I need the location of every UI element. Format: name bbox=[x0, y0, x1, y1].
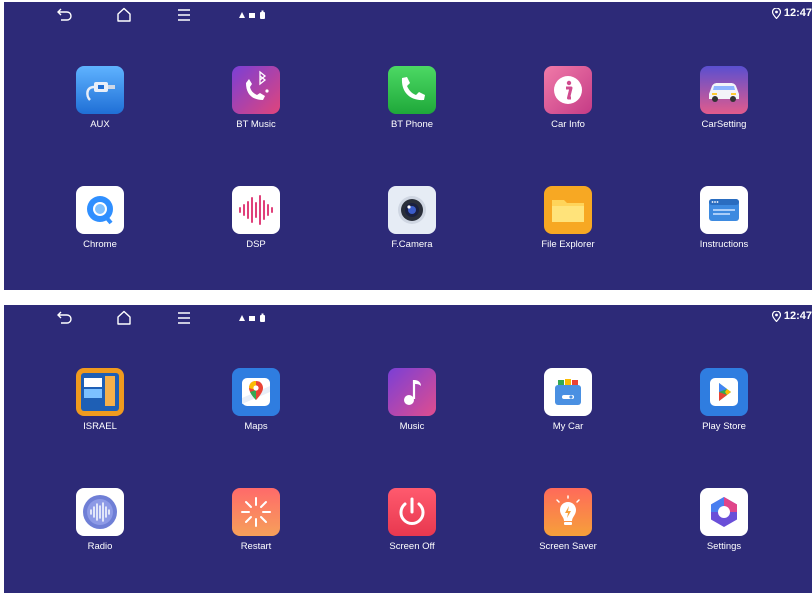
clock-time: 12:47 bbox=[783, 7, 812, 19]
app-file-explorer[interactable]: File Explorer bbox=[508, 186, 628, 266]
screen-saver-icon bbox=[544, 488, 592, 536]
power-icon bbox=[388, 488, 436, 536]
car-icon bbox=[700, 66, 748, 114]
menu-icon[interactable] bbox=[174, 5, 194, 25]
equalizer-icon bbox=[232, 186, 280, 234]
app-label: Screen Off bbox=[389, 541, 435, 552]
app-label: BT Phone bbox=[390, 119, 434, 130]
location-icon bbox=[771, 7, 781, 19]
app-label: Instructions bbox=[699, 239, 749, 250]
app-maps[interactable]: Maps bbox=[196, 368, 316, 448]
app-settings[interactable]: Settings bbox=[664, 488, 784, 568]
app-label: File Explorer bbox=[541, 239, 595, 250]
app-play-store[interactable]: Play Store bbox=[664, 368, 784, 448]
app-chrome[interactable]: Chrome bbox=[40, 186, 160, 266]
bluetooth-music-icon bbox=[232, 66, 280, 114]
app-music[interactable]: Music bbox=[352, 368, 472, 448]
status-notification-icons bbox=[237, 312, 269, 324]
chrome-icon bbox=[76, 186, 124, 234]
clock: 12:47 bbox=[771, 310, 812, 322]
app-screen-saver[interactable]: Screen Saver bbox=[508, 488, 628, 568]
app-label: Restart bbox=[240, 541, 272, 552]
launcher-screen-1: 12:47 AUX BT Music BT Phone Car Info Car… bbox=[4, 2, 812, 290]
location-icon bbox=[771, 310, 781, 322]
my-car-icon bbox=[544, 368, 592, 416]
app-label: BT Music bbox=[236, 119, 276, 130]
back-icon[interactable] bbox=[55, 308, 75, 328]
app-label: My Car bbox=[552, 421, 584, 432]
app-label: CarSetting bbox=[701, 119, 747, 130]
launcher-screen-2: 12:47 ISRAEL Maps Music My Car Play Stor… bbox=[4, 305, 812, 593]
app-label: Chrome bbox=[83, 239, 117, 250]
music-icon bbox=[388, 368, 436, 416]
phone-icon bbox=[388, 66, 436, 114]
app-label: ISRAEL bbox=[83, 421, 117, 432]
app-israel[interactable]: ISRAEL bbox=[40, 368, 160, 448]
folder-icon bbox=[544, 186, 592, 234]
app-radio[interactable]: Radio bbox=[40, 488, 160, 568]
radio-icon bbox=[76, 488, 124, 536]
instructions-icon bbox=[700, 186, 748, 234]
app-label: DSP bbox=[246, 239, 266, 250]
maps-icon bbox=[232, 368, 280, 416]
camera-icon bbox=[388, 186, 436, 234]
app-carsetting[interactable]: CarSetting bbox=[664, 66, 784, 146]
menu-icon[interactable] bbox=[174, 308, 194, 328]
status-bar: 12:47 bbox=[4, 2, 812, 28]
app-label: Radio bbox=[87, 541, 113, 552]
status-notification-icons bbox=[237, 9, 269, 21]
igo-primo-icon bbox=[76, 368, 124, 416]
app-car-info[interactable]: Car Info bbox=[508, 66, 628, 146]
app-bt-phone[interactable]: BT Phone bbox=[352, 66, 472, 146]
app-dsp[interactable]: DSP bbox=[196, 186, 316, 266]
app-label: Play Store bbox=[702, 421, 746, 432]
settings-icon bbox=[700, 488, 748, 536]
app-bt-music[interactable]: BT Music bbox=[196, 66, 316, 146]
app-f-camera[interactable]: F.Camera bbox=[352, 186, 472, 266]
app-label: Car Info bbox=[551, 119, 585, 130]
info-icon bbox=[544, 66, 592, 114]
app-label: F.Camera bbox=[391, 239, 433, 250]
clock-time: 12:47 bbox=[783, 310, 812, 322]
app-label: Screen Saver bbox=[539, 541, 597, 552]
clock: 12:47 bbox=[771, 7, 812, 19]
home-icon[interactable] bbox=[114, 5, 134, 25]
status-bar: 12:47 bbox=[4, 305, 812, 331]
app-label: Music bbox=[399, 421, 425, 432]
app-restart[interactable]: Restart bbox=[196, 488, 316, 568]
app-label: AUX bbox=[90, 119, 110, 130]
app-label: Settings bbox=[706, 541, 742, 552]
app-aux[interactable]: AUX bbox=[40, 66, 160, 146]
app-my-car[interactable]: My Car bbox=[508, 368, 628, 448]
app-screen-off[interactable]: Screen Off bbox=[352, 488, 472, 568]
app-label: Maps bbox=[244, 421, 268, 432]
home-icon[interactable] bbox=[114, 308, 134, 328]
play-store-icon bbox=[700, 368, 748, 416]
restart-icon bbox=[232, 488, 280, 536]
app-instructions[interactable]: Instructions bbox=[664, 186, 784, 266]
back-icon[interactable] bbox=[55, 5, 75, 25]
aux-icon bbox=[76, 66, 124, 114]
